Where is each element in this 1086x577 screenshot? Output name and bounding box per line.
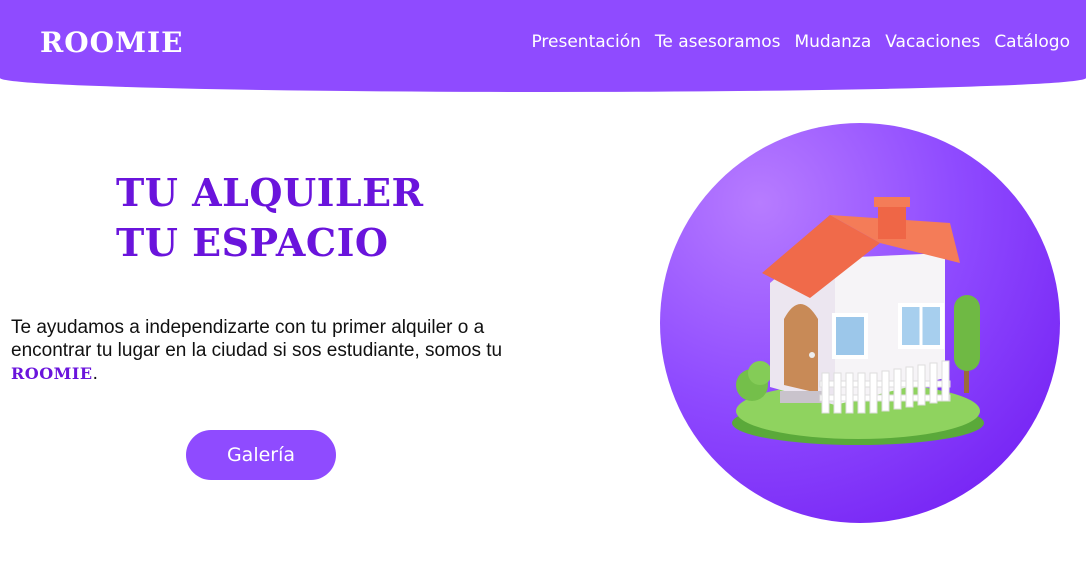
nav-item-vacaciones[interactable]: Vacaciones <box>885 32 980 52</box>
hero-description-text: Te ayudamos a independizarte con tu prim… <box>11 317 503 361</box>
hero-description-end: . <box>92 363 98 384</box>
top-header: ROOMIE Presentación Te asesoramos Mudanz… <box>0 0 1086 92</box>
main-nav: Presentación Te asesoramos Mudanza Vacac… <box>531 32 1070 52</box>
hero-image-circle <box>660 123 1060 523</box>
nav-item-presentacion[interactable]: Presentación <box>531 32 640 52</box>
nav-item-te-asesoramos[interactable]: Te asesoramos <box>655 32 781 52</box>
hero-title: TU ALQUILER TU ESPACIO <box>116 168 424 268</box>
tree-foliage <box>954 295 980 371</box>
hero-title-line-1: TU ALQUILER <box>116 170 424 215</box>
hero-title-line-2: TU ESPACIO <box>116 220 389 265</box>
house-illustration <box>732 197 984 445</box>
door <box>784 304 818 393</box>
front-steps <box>780 391 822 403</box>
hero-description: Te ayudamos a independizarte con tu prim… <box>11 316 526 385</box>
gallery-button[interactable]: Galería <box>186 430 336 480</box>
nav-item-catalogo[interactable]: Catálogo <box>994 32 1070 52</box>
nav-item-mudanza[interactable]: Mudanza <box>794 32 871 52</box>
hero-brand-inline: ROOMIE <box>11 364 93 383</box>
site-logo[interactable]: ROOMIE <box>40 26 183 59</box>
